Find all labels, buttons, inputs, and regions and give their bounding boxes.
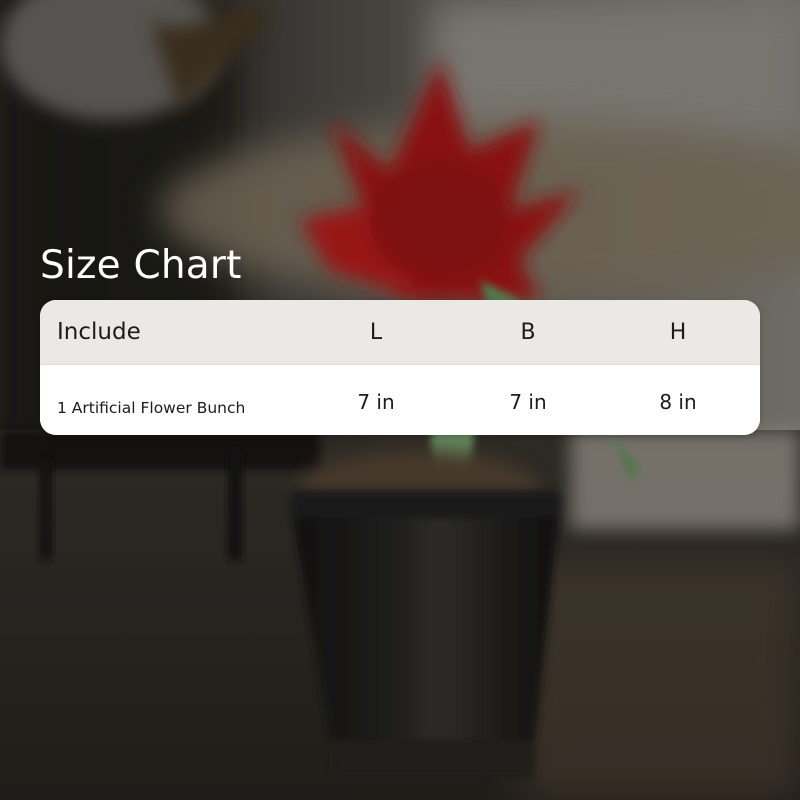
table-row: 1 Artificial Flower Bunch 7 in 7 in 8 in <box>40 365 760 435</box>
header-height: H <box>669 319 687 345</box>
size-chart-image: Size Chart Include L B H 1 Artificial Fl… <box>0 0 800 800</box>
size-table: Include L B H 1 Artificial Flower Bunch … <box>40 300 760 435</box>
header-include: Include <box>57 319 141 345</box>
cell-breadth: 7 in <box>509 390 547 414</box>
size-chart-title: Size Chart <box>40 243 242 288</box>
cell-height: 8 in <box>659 390 697 414</box>
cell-include: 1 Artificial Flower Bunch <box>57 399 246 417</box>
cell-length: 7 in <box>357 390 395 414</box>
header-breadth: B <box>520 319 536 345</box>
header-length: L <box>369 319 383 345</box>
table-header-row: Include L B H <box>40 300 760 365</box>
